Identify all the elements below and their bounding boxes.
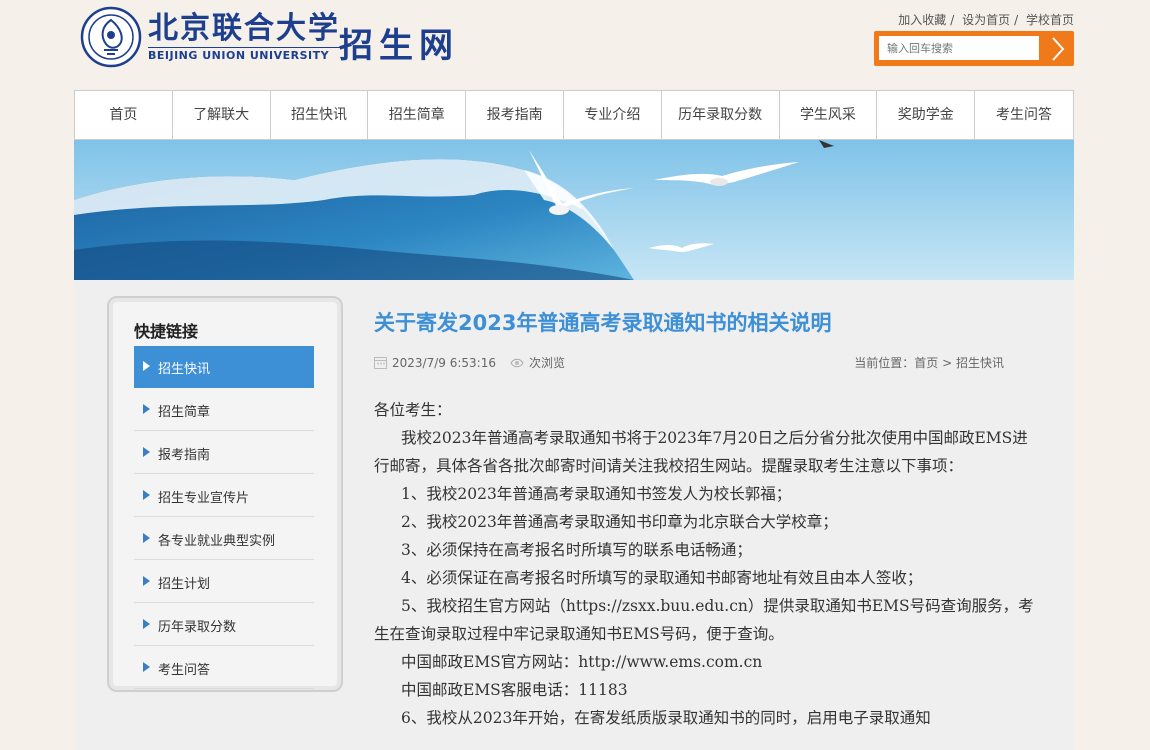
sidebar-item-guide[interactable]: 报考指南 xyxy=(134,432,314,474)
sidebar-item-label: 招生简章 xyxy=(158,405,211,420)
sidebar-item-brochure[interactable]: 招生简章 xyxy=(134,389,314,431)
publish-date: 2023/7/9 6:53:16 xyxy=(392,355,496,370)
set-homepage-link[interactable]: 设为首页 xyxy=(962,13,1010,27)
arrow-right-icon xyxy=(143,662,150,672)
content-area: 快捷链接 招生快讯 招生简章 报考指南 招生专业宣传片 各专业就业典型实例 招生… xyxy=(74,280,1074,750)
paragraph: 4、必须保证在高考报名时所填写的录取通知书邮寄地址有效且由本人签收； xyxy=(401,569,923,587)
sidebar-item-plan[interactable]: 招生计划 xyxy=(134,561,314,603)
nav-item-about[interactable]: 了解联大 xyxy=(173,91,271,139)
add-favorite-link[interactable]: 加入收藏 xyxy=(898,13,946,27)
nav-item-news[interactable]: 招生快讯 xyxy=(271,91,369,139)
sidebar-item-label: 招生快讯 xyxy=(158,362,211,377)
arrow-right-icon xyxy=(143,619,150,629)
breadcrumb-separator: > xyxy=(942,356,953,370)
nav-item-students[interactable]: 学生风采 xyxy=(780,91,878,139)
nav-item-faq[interactable]: 考生问答 xyxy=(975,91,1073,139)
search-input[interactable] xyxy=(879,36,1039,60)
paragraph: 6、我校从2023年开始，在寄发纸质版录取通知书的同时，启用电子录取通知 xyxy=(401,709,931,727)
main-nav: 首页 了解联大 招生快讯 招生简章 报考指南 专业介绍 历年录取分数 学生风采 … xyxy=(74,90,1074,140)
arrow-right-icon xyxy=(143,533,150,543)
sidebar-item-employment-cases[interactable]: 各专业就业典型实例 xyxy=(134,518,314,560)
page-wrapper: 北京联合大学 BEIJING UNION UNIVERSITY 招生网 加入收藏… xyxy=(74,0,1074,750)
breadcrumb-home[interactable]: 首页 xyxy=(914,356,938,370)
logo-english-name: BEIJING UNION UNIVERSITY xyxy=(148,47,340,62)
nav-item-scholarship[interactable]: 奖助学金 xyxy=(877,91,976,139)
arrow-right-icon xyxy=(143,361,150,371)
article-body: 各位考生： 我校2023年普通高考录取通知书将于2023年7月20日之后分省分批… xyxy=(374,396,1034,732)
sidebar-item-label: 招生专业宣传片 xyxy=(158,491,250,506)
search-button[interactable] xyxy=(1046,36,1070,61)
view-count: 次浏览 xyxy=(528,356,565,370)
sidebar-item-scores[interactable]: 历年录取分数 xyxy=(134,604,314,646)
sidebar-item-label: 考生问答 xyxy=(158,663,211,678)
sidebar-item-label: 招生计划 xyxy=(158,577,211,592)
article-title: 关于寄发2023年普通高考录取通知书的相关说明 xyxy=(374,311,832,335)
logo-chinese-name: 北京联合大学 xyxy=(148,11,340,46)
paragraph: 中国邮政EMS官方网站：http://www.ems.com.cn xyxy=(401,653,763,671)
nav-item-guide[interactable]: 报考指南 xyxy=(466,91,564,139)
breadcrumb: 当前位置：首页 > 招生快讯 xyxy=(854,354,1004,371)
nav-item-home[interactable]: 首页 xyxy=(75,91,173,139)
site-name: 招生网 xyxy=(339,26,459,66)
top-links: 加入收藏 / 设为首页 / 学校首页 xyxy=(898,11,1074,28)
sidebar-list: 招生快讯 招生简章 报考指南 招生专业宣传片 各专业就业典型实例 招生计划 历年… xyxy=(134,346,314,690)
paragraph: 5、我校招生官方网站（https://zsxx.buu.edu.cn）提供录取通… xyxy=(374,597,1034,643)
arrow-right-icon xyxy=(143,447,150,457)
banner-image xyxy=(74,140,1074,280)
eye-icon xyxy=(510,358,524,368)
paragraph: 1、我校2023年普通高考录取通知书签发人为校长郭福； xyxy=(401,485,792,503)
nav-item-scores[interactable]: 历年录取分数 xyxy=(662,91,780,139)
school-homepage-link[interactable]: 学校首页 xyxy=(1026,13,1074,27)
nav-item-brochure[interactable]: 招生简章 xyxy=(368,91,467,139)
paragraph: 3、必须保持在高考报名时所填写的联系电话畅通； xyxy=(401,541,752,559)
nav-item-majors[interactable]: 专业介绍 xyxy=(564,91,662,139)
sidebar-item-faq[interactable]: 考生问答 xyxy=(134,647,314,689)
arrow-right-icon xyxy=(143,576,150,586)
sidebar-item-label: 各专业就业典型实例 xyxy=(158,534,276,549)
site-logo[interactable]: 北京联合大学 BEIJING UNION UNIVERSITY xyxy=(80,6,340,68)
quick-links-sidebar: 快捷链接 招生快讯 招生简章 报考指南 招生专业宣传片 各专业就业典型实例 招生… xyxy=(107,296,343,692)
calendar-icon xyxy=(374,356,387,369)
sidebar-item-promo-video[interactable]: 招生专业宣传片 xyxy=(134,475,314,517)
breadcrumb-label: 当前位置： xyxy=(854,356,915,370)
paragraph: 2、我校2023年普通高考录取通知书印章为北京联合大学校章； xyxy=(401,513,838,531)
chevron-right-icon xyxy=(1052,36,1065,61)
wave-banner-illustration xyxy=(74,140,1074,280)
paragraph: 我校2023年普通高考录取通知书将于2023年7月20日之后分省分批次使用中国邮… xyxy=(374,429,1028,475)
separator: / xyxy=(950,13,955,27)
arrow-right-icon xyxy=(143,404,150,414)
arrow-right-icon xyxy=(143,490,150,500)
separator: / xyxy=(1014,13,1019,27)
article-meta: 2023/7/9 6:53:16 次浏览 当前位置：首页 > 招生快讯 xyxy=(374,354,1004,372)
university-seal-icon xyxy=(80,6,142,68)
sidebar-item-label: 历年录取分数 xyxy=(158,620,237,635)
sidebar-item-label: 报考指南 xyxy=(158,448,211,463)
greeting: 各位考生： xyxy=(374,401,452,419)
header: 北京联合大学 BEIJING UNION UNIVERSITY 招生网 加入收藏… xyxy=(74,0,1074,90)
paragraph: 中国邮政EMS客服电话：11183 xyxy=(401,681,628,699)
sidebar-title: 快捷链接 xyxy=(134,322,199,341)
breadcrumb-current[interactable]: 招生快讯 xyxy=(956,356,1004,370)
search-box xyxy=(874,31,1074,66)
sidebar-item-news[interactable]: 招生快讯 xyxy=(134,346,314,388)
